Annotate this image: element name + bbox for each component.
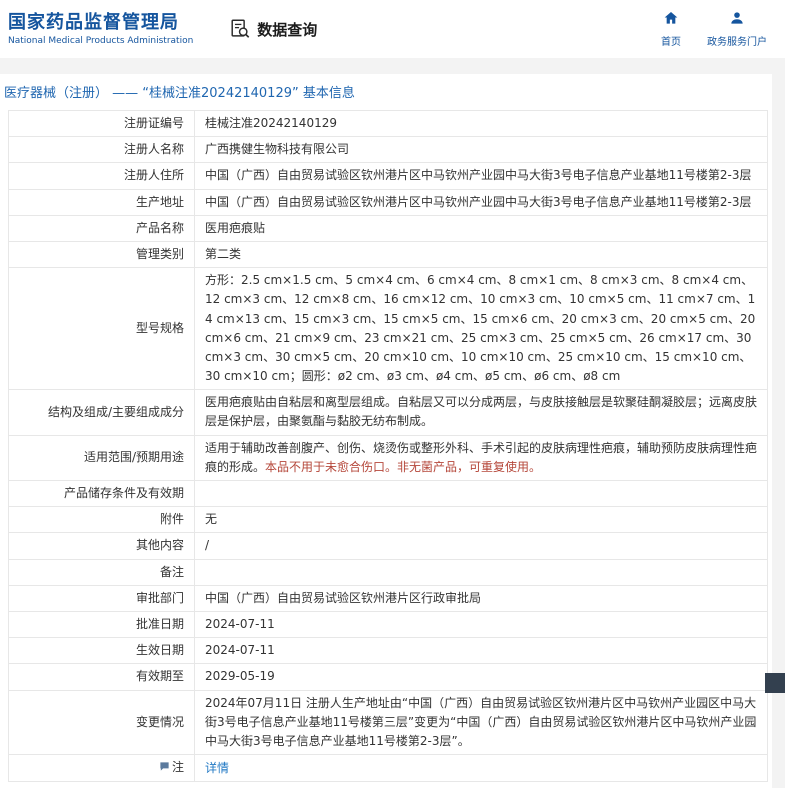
row-label: 附件: [8, 506, 195, 534]
annotation-icon: [159, 759, 170, 778]
table-row: 备注: [8, 558, 768, 586]
home-icon: [663, 10, 679, 30]
row-label: 型号规格: [8, 267, 195, 391]
nmpa-logo[interactable]: 国家药品监督管理局 National Medical Products Admi…: [8, 12, 193, 46]
row-value: 中国（广西）自由贸易试验区钦州港片区中马钦州产业园中马大街3号电子信息产业基地1…: [194, 162, 768, 190]
row-label: 生效日期: [8, 637, 195, 665]
row-label: 注册人住所: [8, 162, 195, 190]
table-row: 批准日期 2024-07-11: [8, 610, 768, 639]
top-nav: 首页 政务服务门户: [661, 10, 767, 48]
site-header: 国家药品监督管理局 National Medical Products Admi…: [0, 0, 785, 58]
row-value: [194, 479, 768, 508]
scope-warning-text: 本品不用于未愈合伤口。非无菌产品，可重复使用。: [265, 459, 542, 474]
table-row: 生产地址 中国（广西）自由贸易试验区钦州港片区中马钦州产业园中马大街3号电子信息…: [8, 188, 768, 216]
table-row: 其他内容 /: [8, 532, 768, 560]
row-value: /: [194, 532, 768, 560]
table-row: 产品名称 医用疤痕贴: [8, 214, 768, 242]
row-value: 广西携健生物科技有限公司: [194, 136, 768, 164]
row-value: 中国（广西）自由贸易试验区钦州港片区行政审批局: [194, 584, 768, 612]
table-row: 型号规格 方形：2.5 cm×1.5 cm、5 cm×4 cm、6 cm×4 c…: [8, 267, 768, 391]
row-value: 医用疤痕贴由自粘层和离型层组成。自粘层又可以分成两层，与皮肤接触层是软聚硅酮凝胶…: [194, 389, 768, 436]
table-row: 审批部门 中国（广西）自由贸易试验区钦州港片区行政审批局: [8, 584, 768, 612]
detail-link[interactable]: 详情: [205, 761, 229, 775]
row-label: 适用范围/预期用途: [8, 434, 195, 482]
row-label: 生产地址: [8, 188, 195, 216]
row-value: 无: [194, 506, 768, 534]
row-value: 2024-07-11: [194, 637, 768, 665]
nav-gov-portal-label: 政务服务门户: [707, 37, 767, 48]
data-query-label: 数据查询: [257, 20, 318, 39]
row-value: 2024年07月11日 注册人生产地址由“中国（广西）自由贸易试验区钦州港片区中…: [194, 689, 768, 756]
row-label: 有效期至: [8, 663, 195, 691]
row-label: 注册证编号: [8, 109, 195, 138]
row-value: 2024-07-11: [194, 610, 768, 639]
row-label: 管理类别: [8, 240, 195, 269]
row-value: 方形：2.5 cm×1.5 cm、5 cm×4 cm、6 cm×4 cm、8 c…: [194, 267, 768, 391]
user-icon: [729, 10, 745, 30]
row-value: 第二类: [194, 240, 768, 269]
data-query-icon: [229, 18, 251, 40]
table-row: 管理类别 第二类: [8, 240, 768, 269]
table-row: 注册人住所 中国（广西）自由贸易试验区钦州港片区中马钦州产业园中马大街3号电子信…: [8, 162, 768, 190]
table-row: 注册人名称 广西携健生物科技有限公司: [8, 136, 768, 164]
table-row: 注册证编号 桂械注准20242140129: [8, 109, 768, 138]
table-row: 注 详情: [8, 754, 768, 783]
nav-home-label: 首页: [661, 37, 681, 48]
note-label: 注: [171, 760, 184, 775]
row-label: 批准日期: [8, 610, 195, 639]
row-label: 审批部门: [8, 584, 195, 612]
org-name-en: National Medical Products Administration: [8, 35, 194, 46]
row-value: 详情: [194, 754, 768, 783]
row-value: [194, 558, 768, 586]
registration-info-table: 注册证编号 桂械注准20242140129 注册人名称 广西携健生物科技有限公司…: [8, 109, 768, 783]
row-label: 注: [8, 754, 195, 783]
row-label: 结构及组成/主要组成成分: [8, 389, 195, 436]
nav-home[interactable]: 首页: [661, 10, 681, 48]
row-value: 2029-05-19: [194, 663, 768, 691]
floating-widget[interactable]: [765, 673, 785, 693]
row-label: 产品储存条件及有效期: [8, 479, 195, 508]
row-value: 中国（广西）自由贸易试验区钦州港片区中马钦州产业园中马大街3号电子信息产业基地1…: [194, 188, 768, 216]
table-row: 适用范围/预期用途 适用于辅助改善剖腹产、创伤、烧烫伤或整形外科、手术引起的皮肤…: [8, 434, 768, 482]
nav-gov-portal[interactable]: 政务服务门户: [707, 10, 767, 48]
table-row: 结构及组成/主要组成成分 医用疤痕贴由自粘层和离型层组成。自粘层又可以分成两层，…: [8, 389, 768, 436]
row-label: 注册人名称: [8, 136, 195, 164]
breadcrumb: 医疗器械（注册） —— “桂械注准20242140129” 基本信息: [4, 86, 355, 101]
row-value: 桂械注准20242140129: [194, 109, 768, 138]
table-row: 有效期至 2029-05-19: [8, 663, 768, 691]
org-name-cn: 国家药品监督管理局: [8, 12, 179, 34]
table-row: 生效日期 2024-07-11: [8, 637, 768, 665]
content-area: 医疗器械（注册） —— “桂械注准20242140129” 基本信息 注册证编号…: [0, 74, 772, 788]
data-query-tab[interactable]: 数据查询: [229, 18, 317, 40]
table-row: 产品储存条件及有效期: [8, 479, 768, 508]
table-row: 附件 无: [8, 506, 768, 534]
row-value: 适用于辅助改善剖腹产、创伤、烧烫伤或整形外科、手术引起的皮肤病理性疤痕，辅助预防…: [194, 434, 768, 482]
row-label: 产品名称: [8, 214, 195, 242]
row-label: 备注: [8, 558, 195, 586]
table-row: 变更情况 2024年07月11日 注册人生产地址由“中国（广西）自由贸易试验区钦…: [8, 689, 768, 756]
row-label: 变更情况: [8, 689, 195, 756]
row-label: 其他内容: [8, 532, 195, 560]
row-value: 医用疤痕贴: [194, 214, 768, 242]
